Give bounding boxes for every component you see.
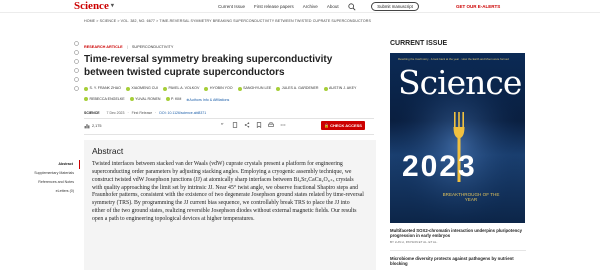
nav-archive[interactable]: Archive	[303, 4, 318, 9]
svg-text:“: “	[221, 122, 224, 128]
linkedin-icon[interactable]	[74, 59, 79, 64]
author[interactable]: S. Y. FRANK ZHAO	[84, 84, 121, 93]
get-alerts-link[interactable]: GET OUR E-ALERTS	[456, 0, 500, 13]
email-icon[interactable]	[74, 86, 79, 91]
orcid-icon	[323, 86, 328, 91]
pdf-icon[interactable]	[232, 122, 238, 128]
doi-link[interactable]: DOI: 10.1126/science.abl8371	[159, 111, 206, 115]
publication-date: 7 Dec 2023	[106, 111, 125, 115]
nav-about[interactable]: About	[327, 4, 339, 9]
facebook-icon[interactable]	[74, 41, 79, 46]
chart-icon	[84, 124, 90, 129]
sidebar-article-link[interactable]: Microbiome diversity protects against pa…	[390, 256, 526, 266]
cover-year: 2023	[402, 150, 477, 183]
divider	[84, 118, 374, 119]
check-access-button[interactable]: 🔒 CHECK ACCESS	[321, 121, 365, 130]
orcid-icon	[237, 86, 242, 91]
article-title: Time-reversal symmetry breaking supercon…	[84, 54, 333, 78]
orcid-icon	[129, 97, 134, 101]
cover-breakthrough: BREAKTHROUGH OF THE YEAR	[442, 192, 500, 202]
author[interactable]: YUVAL RONEN	[129, 95, 161, 104]
orcid-icon	[276, 86, 281, 91]
release-type: First Release	[131, 111, 153, 115]
journal-name: SCIENCE	[84, 111, 100, 115]
toc-references[interactable]: References and Notes	[0, 178, 80, 187]
check-access-label: CHECK ACCESS	[330, 123, 362, 128]
article-type: RESEARCH ARTICLE | SUPERCONDUCTIVITY	[84, 45, 174, 49]
orcid-icon	[165, 97, 170, 101]
bookmark-icon[interactable]	[256, 122, 262, 128]
sidebar-article-link[interactable]: Multifaceted SOX2-chromatin interaction …	[390, 228, 526, 238]
author[interactable]: PAVEL A. VOLKOV	[162, 84, 199, 93]
author[interactable]: JULES A. GARDENER	[276, 84, 319, 93]
metrics[interactable]: 2,175	[84, 123, 102, 129]
search-icon[interactable]	[347, 2, 356, 11]
publication-info: SCIENCE 7 Dec 2023 · First Release · DOI…	[84, 111, 207, 115]
orcid-icon	[162, 86, 167, 91]
toc-supplementary[interactable]: Supplementary Materials	[0, 169, 80, 178]
article-section[interactable]: SUPERCONDUCTIVITY	[132, 45, 174, 49]
toc-eletters[interactable]: eLetters (0)	[0, 187, 80, 196]
quote-icon[interactable]: “	[220, 122, 226, 128]
article-tools: “	[220, 122, 286, 128]
nav-current-issue[interactable]: Current Issue	[218, 4, 245, 9]
author[interactable]: REBECCA ENGELKE	[84, 95, 125, 104]
current-issue-heading: CURRENT ISSUE	[390, 40, 448, 47]
top-navigation: Science ▾ Current Issue First release pap…	[0, 0, 600, 13]
author[interactable]: AUSTIN J. AKEY	[323, 84, 356, 93]
author[interactable]: P. KIM	[165, 95, 181, 104]
chevron-down-icon: ▾	[110, 3, 114, 9]
table-of-contents: Abstract Supplementary Materials Referen…	[0, 160, 80, 196]
twitter-icon[interactable]	[74, 50, 79, 55]
science-logo[interactable]: Science ▾	[74, 0, 114, 13]
abstract-heading: Abstract	[92, 146, 124, 156]
toc-abstract[interactable]: Abstract	[0, 160, 80, 169]
author[interactable]: HYOBIN YOO	[204, 84, 233, 93]
orcid-icon	[204, 86, 209, 91]
share-icons	[74, 41, 79, 91]
breadcrumb[interactable]: HOME > SCIENCE > VOL. 382, NO. 6677 > TI…	[84, 19, 371, 23]
metric-count: 2,175	[92, 124, 102, 128]
author[interactable]: XIAOMENG CUI	[125, 84, 158, 93]
authors-list: S. Y. FRANK ZHAO XIAOMENG CUI PAVEL A. V…	[84, 84, 374, 105]
divider	[84, 134, 374, 135]
article-type-label[interactable]: RESEARCH ARTICLE	[84, 45, 123, 49]
cover-masthead: Science	[398, 63, 522, 102]
logo-text: Science	[74, 0, 109, 13]
nav-first-release[interactable]: First release papers	[254, 4, 294, 9]
wechat-icon[interactable]	[74, 77, 79, 82]
orcid-icon	[125, 86, 130, 91]
sidebar-article-byline: BY LUN LI, PAYSON ET AL. ET AL.	[390, 240, 438, 244]
more-icon[interactable]	[280, 122, 286, 128]
cover-headlines: Rewriting the Cas9 story · A look back a…	[398, 57, 509, 61]
print-icon[interactable]	[268, 122, 274, 128]
author[interactable]: SANGHYUN LEE	[237, 84, 271, 93]
share-icon[interactable]	[244, 122, 250, 128]
orcid-icon	[84, 97, 88, 101]
authors-info-link[interactable]: ⊕ Authors Info & Affiliations	[186, 96, 229, 105]
abstract-text: Twisted interfaces between stacked van d…	[92, 161, 364, 222]
divider	[390, 250, 526, 251]
submit-manuscript-button[interactable]: Submit manuscript	[371, 2, 419, 11]
reddit-icon[interactable]	[74, 68, 79, 73]
orcid-icon	[84, 86, 88, 91]
nav-links: Current Issue First release papers Archi…	[218, 0, 356, 13]
